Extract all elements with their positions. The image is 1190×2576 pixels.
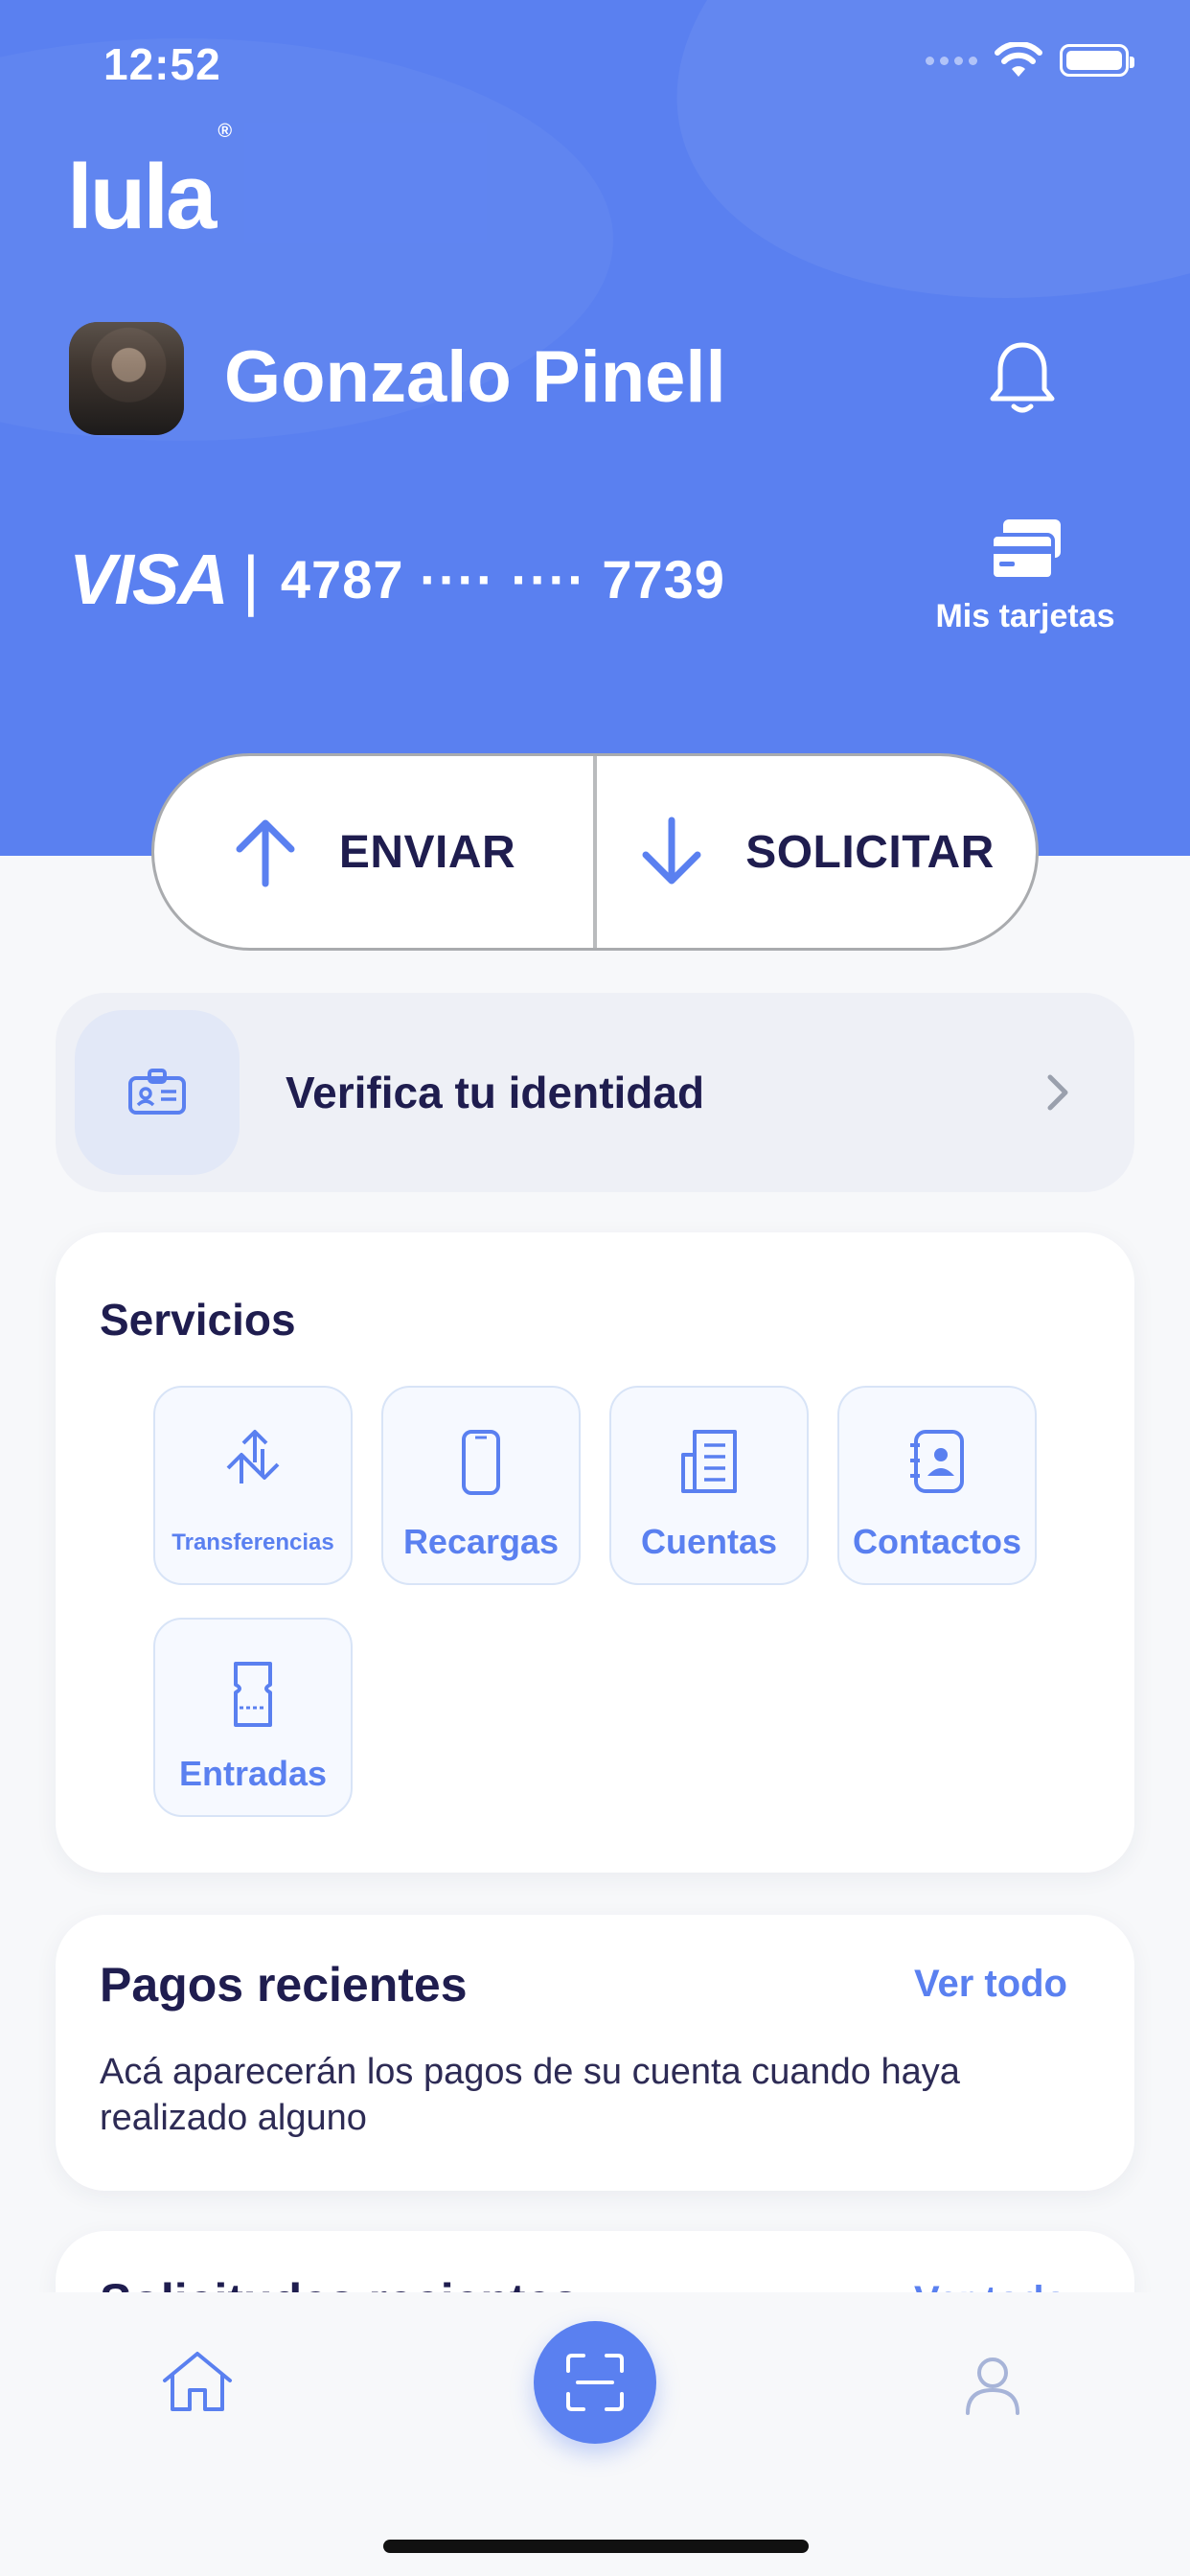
send-request-group: ENVIAR SOLICITAR <box>151 753 1039 951</box>
home-icon[interactable] <box>161 2350 234 2413</box>
recent-payments-empty-message: Acá aparecerán los pagos de su cuenta cu… <box>100 2052 960 2138</box>
home-indicator[interactable] <box>383 2540 809 2553</box>
service-tickets[interactable]: Entradas <box>153 1618 353 1817</box>
service-label: Cuentas <box>640 1522 778 1561</box>
service-bills[interactable]: Cuentas <box>609 1386 809 1585</box>
battery-icon <box>1060 44 1134 77</box>
chevron-right-icon <box>1047 1074 1068 1111</box>
ticket-icon <box>234 1662 272 1727</box>
services-title: Servicios <box>100 1295 296 1345</box>
service-transfers[interactable]: Transferencias <box>153 1386 353 1585</box>
services-panel: Servicios Transferencias Recargas Cuenta… <box>56 1232 1134 1873</box>
service-label: Recargas <box>402 1522 560 1561</box>
verify-icon-container <box>75 1010 240 1175</box>
recent-payments-title: Pagos recientes <box>100 1958 468 2012</box>
brand-name: lula <box>67 146 217 248</box>
service-label: Entradas <box>178 1754 328 1793</box>
verify-identity-banner[interactable]: Verifica tu identidad <box>56 993 1134 1192</box>
profile-icon[interactable] <box>964 2354 1021 2415</box>
avatar[interactable] <box>69 322 184 435</box>
service-label: Transferencias <box>172 1530 334 1555</box>
bell-icon[interactable] <box>979 335 1065 422</box>
verify-label: Verifica tu identidad <box>286 1068 705 1117</box>
my-cards-button[interactable]: Mis tarjetas <box>920 518 1131 635</box>
status-icons <box>926 42 1134 79</box>
transfer-icon <box>226 1430 280 1484</box>
brand-mark: ® <box>217 121 233 142</box>
request-label: SOLICITAR <box>745 826 995 878</box>
recent-payments-panel: Pagos recientes Ver todo Acá aparecerán … <box>56 1915 1134 2191</box>
send-label: ENVIAR <box>338 826 516 878</box>
header-hero: 12:52 lula® Gonzalo Pinell VISA | 4787 ·… <box>0 0 1190 856</box>
user-name: Gonzalo Pinell <box>224 336 726 418</box>
brand-logo: lula® <box>67 122 232 243</box>
bill-icon <box>681 1430 737 1493</box>
scan-button[interactable] <box>534 2321 656 2444</box>
cards-icon <box>990 519 1061 581</box>
request-button[interactable]: SOLICITAR <box>597 756 1036 948</box>
wifi-icon <box>995 42 1042 77</box>
visa-logo: VISA <box>69 540 229 619</box>
tab-bar <box>0 2292 1190 2576</box>
card-summary[interactable]: VISA | 4787 ···· ···· 7739 <box>69 539 725 620</box>
signal-icon <box>926 56 977 65</box>
arrow-down-icon <box>642 816 701 885</box>
service-label: Contactos <box>852 1522 1021 1561</box>
my-cards-label: Mis tarjetas <box>935 598 1115 634</box>
phone-icon <box>462 1430 500 1495</box>
service-topups[interactable]: Recargas <box>381 1386 581 1585</box>
arrow-up-icon <box>236 819 295 887</box>
contacts-icon <box>910 1430 964 1493</box>
service-contacts[interactable]: Contactos <box>837 1386 1037 1585</box>
scan-icon <box>566 2354 624 2411</box>
card-separator: | <box>241 541 260 617</box>
card-number: 4787 ···· ···· 7739 <box>280 549 725 610</box>
see-all-payments-link[interactable]: Ver todo <box>914 1963 1067 2006</box>
send-button[interactable]: ENVIAR <box>154 756 593 948</box>
status-time: 12:52 <box>103 39 221 89</box>
id-card-icon <box>128 1069 186 1115</box>
